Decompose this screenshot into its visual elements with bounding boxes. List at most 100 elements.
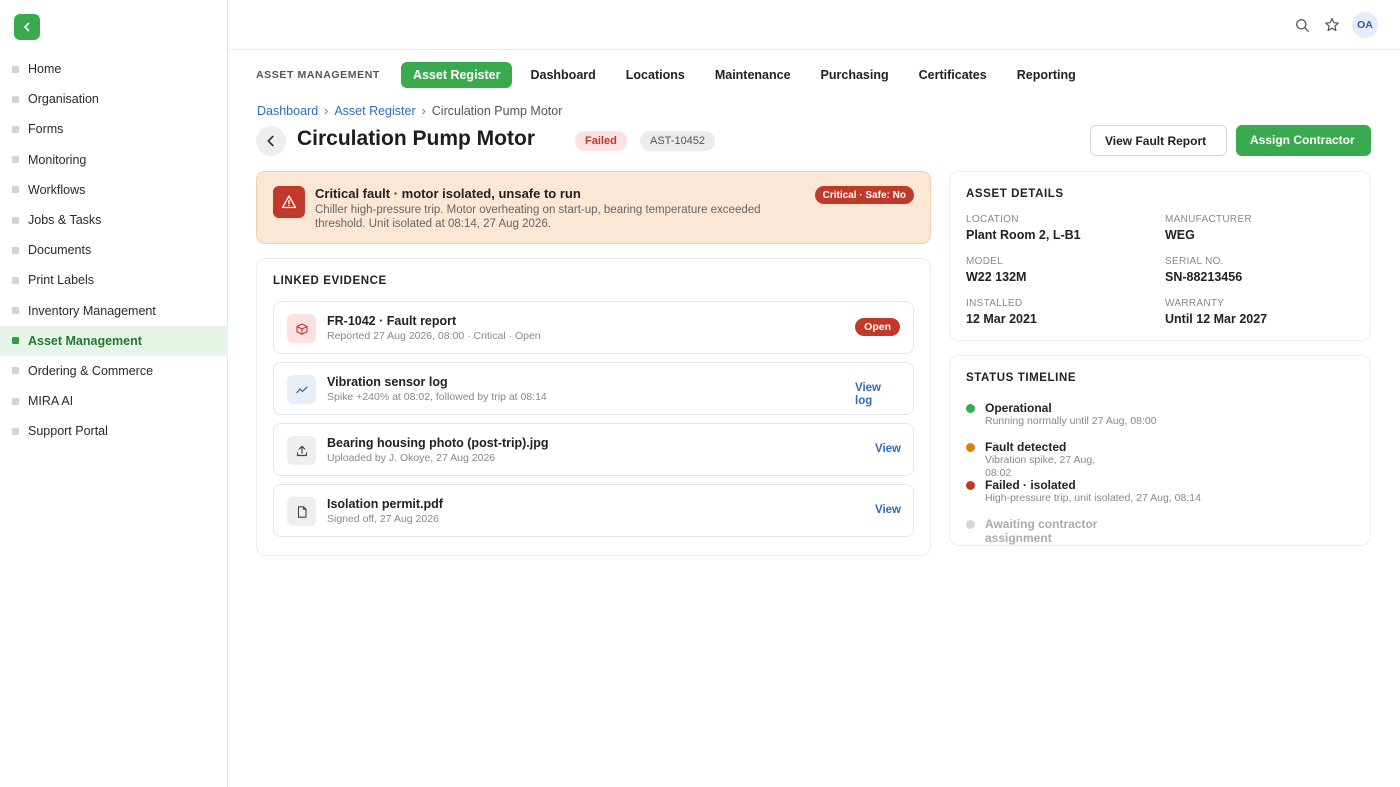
sidebar-item-label: Support Portal — [28, 424, 108, 439]
sidebar-item-label: MIRA AI — [28, 394, 74, 409]
evidence-subtitle: Uploaded by J. Okoye, 27 Aug 2026 — [327, 452, 496, 464]
location-value: Plant Room 2, L-B1 — [966, 228, 1081, 242]
sidebar-item-label: Jobs & Tasks — [28, 213, 102, 228]
status-dot-icon — [966, 520, 975, 529]
bullet-icon — [12, 246, 19, 254]
bullet-icon — [12, 125, 19, 133]
tab-dashboard[interactable]: Dashboard — [518, 62, 607, 88]
breadcrumb-current: Circulation Pump Motor — [431, 104, 563, 118]
back-button[interactable] — [256, 126, 286, 156]
status-dot-icon — [966, 443, 975, 452]
alert-text: Chiller high-pressure trip. Motor overhe… — [315, 204, 761, 230]
sidebar-item-label: Workflows — [28, 182, 86, 197]
timeline-item-subtitle: High-pressure trip, unit isolated, 27 Au… — [985, 492, 1201, 504]
tab-purchasing[interactable]: Purchasing — [809, 62, 901, 88]
view-log-link[interactable]: View log — [855, 382, 901, 408]
status-dot-icon — [966, 404, 975, 413]
sidebar-item-asset-management[interactable]: Asset Management — [0, 325, 228, 356]
bullet-icon — [12, 307, 19, 315]
linked-evidence-card: LINKED EVIDENCE FR-1042 · Fault report R… — [256, 258, 931, 556]
evidence-item-fault-report[interactable]: FR-1042 · Fault report Reported 27 Aug 2… — [273, 301, 914, 354]
sidebar-nav: Home Organisation Forms Monitoring Workf… — [0, 54, 228, 446]
module-tabs: ASSET MANAGEMENT Asset Register Dashboar… — [256, 62, 1094, 88]
bullet-icon — [12, 186, 19, 194]
sidebar-item-monitoring[interactable]: Monitoring — [0, 145, 228, 175]
asset-details-title: ASSET DETAILS — [966, 188, 1064, 200]
timeline-item-title: Fault detected — [985, 440, 1067, 454]
sidebar-item-label: Home — [28, 62, 62, 77]
evidence-title: Isolation permit.pdf — [327, 497, 443, 511]
evidence-subtitle: Reported 27 Aug 2026, 08:00 · Critical ·… — [327, 330, 541, 342]
star-icon[interactable] — [1323, 17, 1340, 34]
assign-contractor-button[interactable]: Assign Contractor — [1236, 125, 1371, 156]
avatar[interactable]: OA — [1352, 12, 1378, 38]
location-field: LOCATION Plant Room 2, L-B1 — [966, 214, 1081, 242]
sidebar-item-mira-ai[interactable]: MIRA AI — [0, 386, 228, 416]
bullet-icon — [12, 276, 19, 284]
sidebar-item-documents[interactable]: Documents — [0, 235, 228, 265]
installed-field: INSTALLED 12 Mar 2021 — [966, 298, 1037, 326]
timeline-item-title: Operational — [985, 401, 1052, 415]
manufacturer-label: MANUFACTURER — [1165, 214, 1252, 225]
linked-evidence-title: LINKED EVIDENCE — [273, 275, 387, 287]
chevron-left-icon — [24, 22, 30, 32]
evidence-item-isolation-permit[interactable]: Isolation permit.pdf Signed off, 27 Aug … — [273, 484, 914, 537]
tab-locations[interactable]: Locations — [614, 62, 697, 88]
collapse-sidebar-button[interactable] — [14, 14, 40, 40]
serial-value: SN-88213456 — [1165, 270, 1243, 284]
sidebar-item-inventory-management[interactable]: Inventory Management — [0, 296, 228, 326]
view-fault-report-button[interactable]: View Fault Report — [1090, 125, 1227, 156]
serial-label: SERIAL NO. — [1165, 256, 1224, 267]
breadcrumb: Dashboard › Asset Register › Circulation… — [257, 104, 562, 118]
asset-id-badge: AST-10452 — [640, 131, 716, 151]
breadcrumb-asset-register[interactable]: Asset Register — [334, 104, 415, 118]
view-link[interactable]: View — [875, 443, 901, 456]
upload-icon — [287, 436, 316, 465]
evidence-item-vibration-log[interactable]: Vibration sensor log Spike +240% at 08:0… — [273, 362, 914, 415]
sidebar-item-home[interactable]: Home — [0, 54, 228, 84]
search-icon[interactable] — [1294, 17, 1311, 34]
sidebar-item-organisation[interactable]: Organisation — [0, 84, 228, 114]
document-icon — [287, 497, 316, 526]
tab-certificates[interactable]: Certificates — [907, 62, 999, 88]
bullet-icon — [12, 95, 19, 103]
bullet-icon — [12, 367, 19, 375]
chart-line-icon — [287, 375, 316, 404]
location-label: LOCATION — [966, 214, 1019, 225]
tab-maintenance[interactable]: Maintenance — [703, 62, 803, 88]
module-label: ASSET MANAGEMENT — [256, 69, 380, 81]
sidebar-item-ordering-commerce[interactable]: Ordering & Commerce — [0, 356, 228, 386]
manufacturer-value: WEG — [1165, 228, 1195, 242]
sidebar-item-label: Documents — [28, 243, 92, 258]
bullet-icon — [12, 337, 19, 345]
sidebar-item-label: Inventory Management — [28, 303, 156, 318]
installed-label: INSTALLED — [966, 298, 1023, 309]
critical-alert-banner: Critical fault · motor isolated, unsafe … — [256, 171, 931, 244]
tab-asset-register[interactable]: Asset Register — [400, 62, 513, 88]
tab-reporting[interactable]: Reporting — [1005, 62, 1088, 88]
sidebar-item-workflows[interactable]: Workflows — [0, 175, 228, 205]
evidence-subtitle: Spike +240% at 08:02, followed by trip a… — [327, 391, 547, 403]
sidebar-item-print-labels[interactable]: Print Labels — [0, 265, 228, 295]
timeline-item-subtitle: Vibration spike, 27 Aug, 08:02 — [985, 454, 1096, 479]
sidebar-item-jobs-tasks[interactable]: Jobs & Tasks — [0, 205, 228, 235]
evidence-title: FR-1042 · Fault report — [327, 314, 457, 328]
bullet-icon — [12, 65, 19, 73]
breadcrumb-separator: › — [324, 104, 329, 118]
status-dot-icon — [966, 481, 975, 490]
top-bar-actions: OA — [1294, 12, 1378, 38]
timeline-item-title: Failed · isolated — [985, 478, 1076, 492]
evidence-item-bearing-photo[interactable]: Bearing housing photo (post-trip).jpg Up… — [273, 423, 914, 476]
manufacturer-field: MANUFACTURER WEG — [1165, 214, 1252, 242]
severity-badge: Critical · Safe: No — [814, 186, 914, 204]
view-link[interactable]: View — [875, 504, 901, 517]
bullet-icon — [12, 216, 19, 224]
breadcrumb-dashboard[interactable]: Dashboard — [257, 104, 318, 118]
sidebar-item-forms[interactable]: Forms — [0, 114, 228, 144]
status-badge: Failed — [575, 131, 627, 151]
model-value: W22 132M — [966, 270, 1027, 284]
bullet-icon — [12, 397, 19, 405]
breadcrumb-separator: › — [421, 104, 426, 118]
evidence-title: Bearing housing photo (post-trip).jpg — [327, 436, 549, 450]
sidebar-item-support-portal[interactable]: Support Portal — [0, 416, 228, 446]
